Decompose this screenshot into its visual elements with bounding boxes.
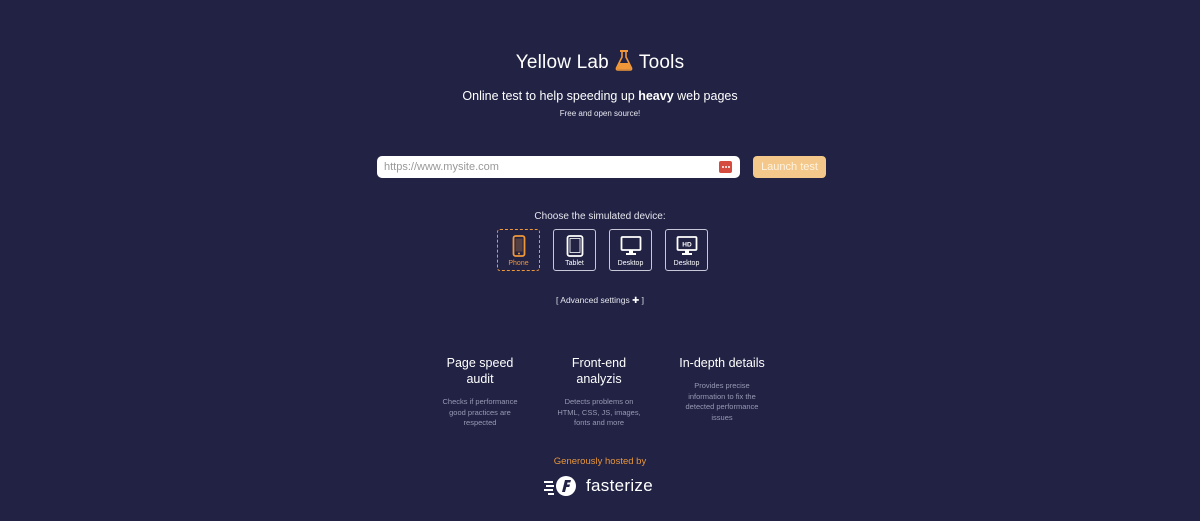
device-option-tablet[interactable]: Tablet xyxy=(553,229,596,271)
feature-desc-line-3: respected xyxy=(463,418,497,427)
title-part-1: Yellow Lab xyxy=(515,52,609,73)
feature-title-line-1: Front-end xyxy=(571,356,627,370)
subtitle: Online test to help speeding up heavy we… xyxy=(0,89,1200,103)
flask-icon xyxy=(615,50,633,71)
feature-description: Detects problems on HTML, CSS, JS, images… xyxy=(544,397,654,429)
title-part-2: Tools xyxy=(638,52,685,73)
feature-desc-line-3: fonts and more xyxy=(573,418,625,427)
feature-front-end-analyzis: Front-end analyzis Detects problems on HTM… xyxy=(544,355,654,429)
device-option-desktop-hd[interactable]: HD Desktop xyxy=(665,229,708,271)
fasterize-link[interactable]: fasterize xyxy=(544,474,653,498)
feature-desc-line-4: issues xyxy=(711,412,733,422)
device-option-desktop[interactable]: Desktop xyxy=(609,229,652,271)
feature-desc-line-2: HTML, CSS, JS, images, xyxy=(557,407,641,417)
feature-title: In-depth details xyxy=(667,355,777,371)
feature-page-speed-audit: Page speed audit Checks if performance goo… xyxy=(425,355,535,429)
feature-in-depth-details: In-depth details Provides precise informa… xyxy=(667,355,777,423)
device-label-phone: Phone xyxy=(508,260,529,267)
subtitle-text-before: Online test to help speeding up xyxy=(462,89,639,103)
feature-desc-line-2: information to fix the xyxy=(688,391,756,401)
feature-desc-line-3: detected performance xyxy=(685,402,759,411)
bracket-close: ] xyxy=(641,295,644,305)
fasterize-logo-icon xyxy=(544,476,576,496)
device-label-desktop-hd: Desktop xyxy=(673,260,700,267)
phone-icon xyxy=(512,235,525,257)
feature-title: Page speed audit xyxy=(425,355,535,387)
launch-test-button[interactable]: Launch test xyxy=(753,156,826,178)
feature-title-line-1: Page speed xyxy=(446,356,514,370)
feature-desc-line-2: good practices are xyxy=(449,407,511,417)
device-selector: Phone Tablet Desktop HD Desktop xyxy=(497,229,708,271)
desktop-hd-icon: HD xyxy=(676,236,697,255)
feature-desc-line-1: Checks if performance xyxy=(442,397,518,406)
device-option-phone[interactable]: Phone xyxy=(497,229,540,271)
feature-title-line-2: audit xyxy=(466,372,494,386)
brand-name: fasterize xyxy=(586,476,653,495)
hd-badge: HD xyxy=(682,242,692,249)
feature-description: Checks if performance good practices are r… xyxy=(425,397,535,429)
device-choice-label: Choose the simulated device: xyxy=(534,211,666,222)
app-title: Yellow Lab Tools xyxy=(0,50,1200,74)
device-label-tablet: Tablet xyxy=(565,260,584,267)
tagline: Free and open source! xyxy=(559,109,641,118)
bracket-open: [ xyxy=(556,295,559,305)
subtitle-text-after: web pages xyxy=(673,89,738,103)
advanced-settings-label: Advanced settings xyxy=(560,295,630,305)
feature-desc-line-1: Detects problems on xyxy=(564,397,634,406)
plus-icon: ✚ xyxy=(632,295,640,305)
feature-title-line-1: In-depth details xyxy=(679,356,765,370)
subtitle-emphasis: heavy xyxy=(638,89,674,103)
page: Yellow Lab Tools Online test to help spe… xyxy=(0,0,1200,521)
feature-title: Front-end analyzis xyxy=(544,355,654,387)
advanced-settings-toggle[interactable]: [ Advanced settings ✚ ] xyxy=(0,295,1200,306)
tablet-icon xyxy=(566,235,583,257)
hosted-by-label: Generously hosted by xyxy=(553,456,647,467)
url-input[interactable] xyxy=(377,156,740,178)
password-manager-icon[interactable] xyxy=(719,161,732,173)
feature-desc-line-1: Provides precise xyxy=(694,381,750,390)
feature-description: Provides precise information to fix the de… xyxy=(667,381,777,423)
feature-title-line-2: analyzis xyxy=(576,372,622,386)
device-label-desktop: Desktop xyxy=(617,260,644,267)
desktop-icon xyxy=(620,236,641,255)
